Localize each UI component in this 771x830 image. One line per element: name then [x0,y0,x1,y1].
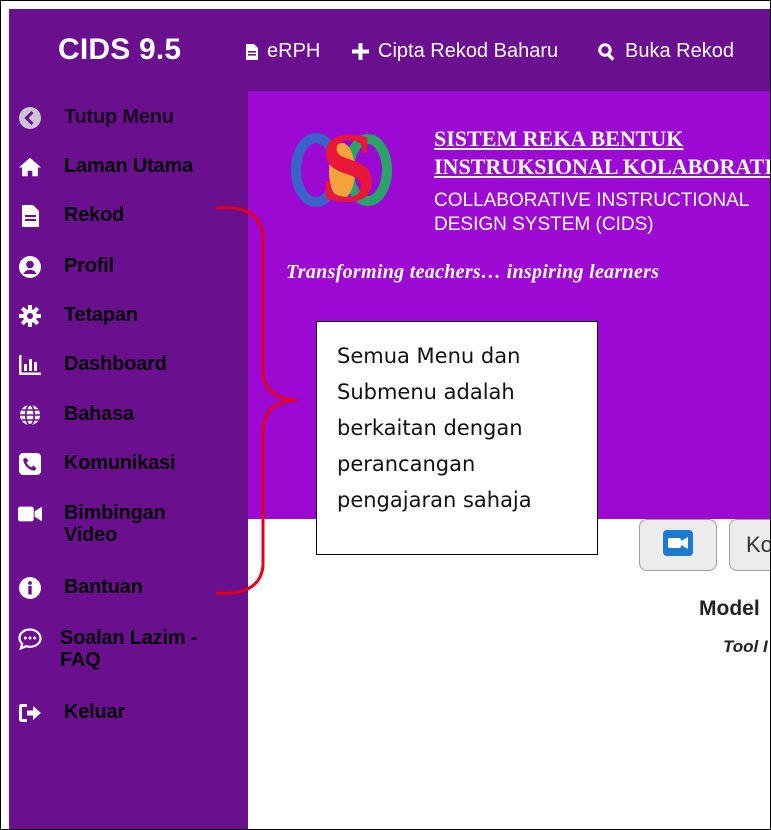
bar-chart-icon [18,353,42,377]
sidebar-item-rekod[interactable]: Rekod [18,204,124,228]
sidebar-item-label: Soalan Lazim - FAQ [60,627,197,671]
bimbingan-line1: Bimbingan [64,502,166,524]
sidebar-item-label: Laman Utama [64,155,193,177]
faq-line1: Soalan Lazim - [60,627,198,649]
bimbingan-line2: Video [64,524,118,546]
gear-icon [18,304,42,328]
file-icon [246,43,258,60]
video-camera-icon [18,502,42,526]
top-navbar: CIDS 9.5 eRPH Cipta Rekod Baharu Buka Re… [9,9,770,91]
user-circle-icon [18,255,42,279]
svg-text:S: S [320,123,376,218]
chevron-left-circle-icon [18,106,42,130]
cids-logo: S [291,123,392,218]
sign-out-icon [18,701,42,725]
callout-line1: Semua Menu dan [337,344,521,368]
sidebar-item-dashboard[interactable]: Dashboard [18,353,167,377]
sidebar-item-tetapan[interactable]: Tetapan [18,304,138,328]
home-icon [18,155,42,179]
sidebar-item-label: Komunikasi [64,452,176,474]
globe-icon [18,403,42,427]
ko-button[interactable]: Ko [729,519,770,571]
callout-line5: pengajaran sahaja [337,488,532,512]
nav-cipta-rekod-label: Cipta Rekod Baharu [378,40,559,62]
file-icon [18,204,42,228]
chat-bubble-icon [18,627,42,651]
annotation-callout: Semua Menu dan Submenu adalah berkaitan … [316,321,598,555]
nav-erph[interactable]: eRPH [246,40,320,63]
banner-tagline: Transforming teachers… inspiring learner… [286,261,660,283]
video-camera-icon [663,529,693,561]
banner-title: SISTEM REKA BENTUK INSTRUKSIONAL KOLABOR… [434,125,770,181]
plus-icon [352,43,369,60]
banner-subtitle: COLLABORATIVE INSTRUCTIONAL DESIGN SYSTE… [434,189,749,237]
sidebar-item-laman-utama[interactable]: Laman Utama [18,155,193,179]
sidebar-item-faq[interactable]: Soalan Lazim - FAQ [18,627,197,671]
callout-line3: berkaitan dengan [337,416,523,440]
callout-line2: Submenu adalah [337,380,515,404]
sidebar-item-label: Keluar [64,701,126,723]
sidebar-item-komunikasi[interactable]: Komunikasi [18,452,176,476]
banner-subtitle-line2: DESIGN SYSTEM (CIDS) [434,214,654,235]
info-circle-icon [18,576,42,600]
nav-cipta-rekod[interactable]: Cipta Rekod Baharu [352,40,558,63]
sidebar-item-bahasa[interactable]: Bahasa [18,403,134,427]
phone-icon [18,452,42,476]
sidebar-item-bantuan[interactable]: Bantuan [18,576,143,600]
video-button[interactable] [639,519,717,571]
banner-title-line1: SISTEM REKA BENTUK [434,126,684,151]
sidebar-item-label: Rekod [64,204,125,226]
faq-line2: FAQ [60,649,101,671]
banner-title-line2: INSTRUKSIONAL KOLABORATIF [434,154,770,179]
sidebar-item-label: Tetapan [64,304,138,326]
sidebar-item-label: Profil [64,255,114,277]
search-icon [598,42,616,61]
sidebar-item-keluar[interactable]: Keluar [18,701,125,725]
callout-line4: perancangan [337,452,476,476]
nav-buka-rekod[interactable]: Buka Rekod [598,40,734,63]
nav-buka-rekod-label: Buka Rekod [625,40,734,62]
sidebar-item-label: Bahasa [64,403,134,425]
sidebar-item-label: Tutup Menu [64,106,174,128]
app-brand[interactable]: CIDS 9.5 [58,33,181,67]
sidebar-item-profil[interactable]: Profil [18,255,114,279]
model-heading: Model [699,597,760,620]
sidebar-item-label: Bantuan [64,576,143,598]
banner-subtitle-line1: COLLABORATIVE INSTRUCTIONAL [434,190,750,211]
sidebar-item-tutup-menu[interactable]: Tutup Menu [18,106,174,130]
sidebar-item-label: Bimbingan Video [64,502,166,546]
tool-subheading: Tool I [723,637,768,656]
nav-erph-label: eRPH [267,40,321,62]
sidebar-item-bimbingan-video[interactable]: Bimbingan Video [18,502,166,546]
sidebar-item-label: Dashboard [64,353,167,375]
